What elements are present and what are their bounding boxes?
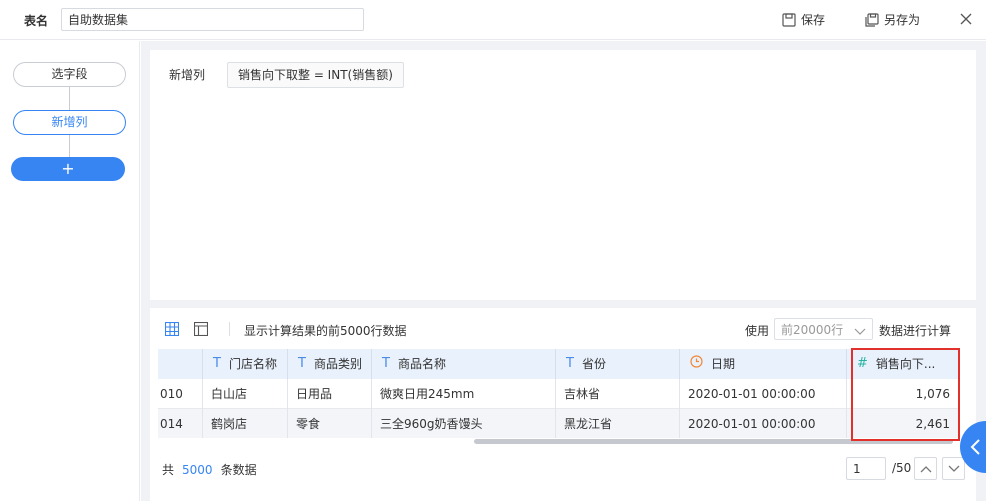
- preview-toolbar: 显示计算结果的前5000行数据 使用 前20000行 数据进行计算: [150, 308, 976, 348]
- save-label: 保存: [801, 13, 826, 27]
- text-type-icon: T: [213, 356, 221, 371]
- total-count: 共 5000 条数据: [162, 463, 257, 477]
- table-name-label: 表名: [24, 14, 49, 28]
- horizontal-scrollbar[interactable]: [474, 439, 953, 444]
- date-type-icon: [690, 349, 703, 379]
- close-icon[interactable]: [959, 12, 973, 26]
- prev-page-button[interactable]: [914, 457, 937, 480]
- column-header[interactable]: T 省份: [556, 349, 680, 379]
- steps-sidebar: 选字段 新增列 +: [0, 41, 140, 501]
- save-as-button[interactable]: 另存为: [865, 11, 920, 28]
- total-count-value: 5000: [182, 463, 213, 477]
- page-total: /50: [892, 461, 912, 475]
- table-cell: 2020-01-01 00:00:00: [680, 409, 847, 439]
- next-page-button[interactable]: [942, 457, 965, 480]
- step-connector: [69, 135, 70, 157]
- table-cell: 2,461: [915, 417, 950, 431]
- grid-view-icon[interactable]: [164, 321, 180, 339]
- column-header[interactable]: 日期: [680, 349, 847, 379]
- table-row: 014 鹤岗店 零食 三全960g奶香馒头 黑龙江省 2020-01-01 00…: [158, 409, 958, 439]
- table-view-icon[interactable]: [193, 321, 209, 339]
- text-type-icon: T: [566, 356, 574, 371]
- column-header[interactable]: T 商品名称: [372, 349, 556, 379]
- preview-table: T 门店名称 T 商品类别 T 商品名称 T 省份 日期 # 销售向下... 010 白山…: [158, 349, 958, 439]
- column-header[interactable]: T 商品类别: [288, 349, 372, 379]
- table-cell: 微爽日用245mm: [372, 379, 556, 409]
- table-cell: 010: [158, 379, 203, 409]
- save-as-label: 另存为: [884, 13, 921, 27]
- table-header-row: T 门店名称 T 商品类别 T 商品名称 T 省份 日期 # 销售向下...: [158, 349, 958, 379]
- column-header[interactable]: T 门店名称: [203, 349, 288, 379]
- top-bar: 表名 保存 另存为: [0, 0, 986, 40]
- step-add-column[interactable]: 新增列: [13, 110, 126, 135]
- formula-label: 新增列: [169, 68, 206, 82]
- text-type-icon: T: [382, 356, 390, 371]
- table-row: 010 白山店 日用品 微爽日用245mm 吉林省 2020-01-01 00:…: [158, 379, 958, 409]
- table-cell: 吉林省: [556, 379, 680, 409]
- table-cell: 1,076: [915, 387, 950, 401]
- column-header[interactable]: # 销售向下...: [847, 349, 958, 379]
- use-suffix: 数据进行计算: [879, 324, 952, 338]
- number-type-icon: #: [857, 356, 868, 371]
- formula-panel: 新增列 销售向下取整 = INT(销售额): [150, 50, 976, 300]
- chevron-down-icon: [854, 325, 866, 339]
- save-icon: [782, 12, 796, 27]
- row-limit-value: 前20000行: [781, 323, 844, 337]
- table-cell: 2020-01-01 00:00:00: [680, 379, 847, 409]
- chevron-down-icon: [948, 462, 960, 476]
- table-cell: 鹤岗店: [203, 409, 288, 439]
- table-cell: 黑龙江省: [556, 409, 680, 439]
- step-select-fields[interactable]: 选字段: [13, 62, 126, 87]
- table-cell: 日用品: [288, 379, 372, 409]
- table-name-input[interactable]: [61, 8, 364, 31]
- column-header[interactable]: [158, 349, 203, 379]
- save-button[interactable]: 保存: [782, 11, 825, 28]
- row-limit-select[interactable]: 前20000行: [774, 318, 873, 340]
- add-step-button[interactable]: +: [11, 157, 125, 181]
- table-cell: 白山店: [203, 379, 288, 409]
- table-cell: 014: [158, 409, 203, 439]
- preview-hint: 显示计算结果的前5000行数据: [244, 324, 407, 338]
- use-label: 使用: [745, 324, 770, 338]
- formula-chip[interactable]: 销售向下取整 = INT(销售额): [227, 62, 404, 88]
- toolbar-divider: [229, 322, 230, 336]
- save-as-icon: [865, 12, 879, 27]
- page-number-input[interactable]: [846, 457, 886, 480]
- text-type-icon: T: [298, 356, 306, 371]
- step-connector: [69, 87, 70, 110]
- table-cell: 零食: [288, 409, 372, 439]
- chevron-up-icon: [920, 462, 932, 476]
- table-cell: 三全960g奶香馒头: [372, 409, 556, 439]
